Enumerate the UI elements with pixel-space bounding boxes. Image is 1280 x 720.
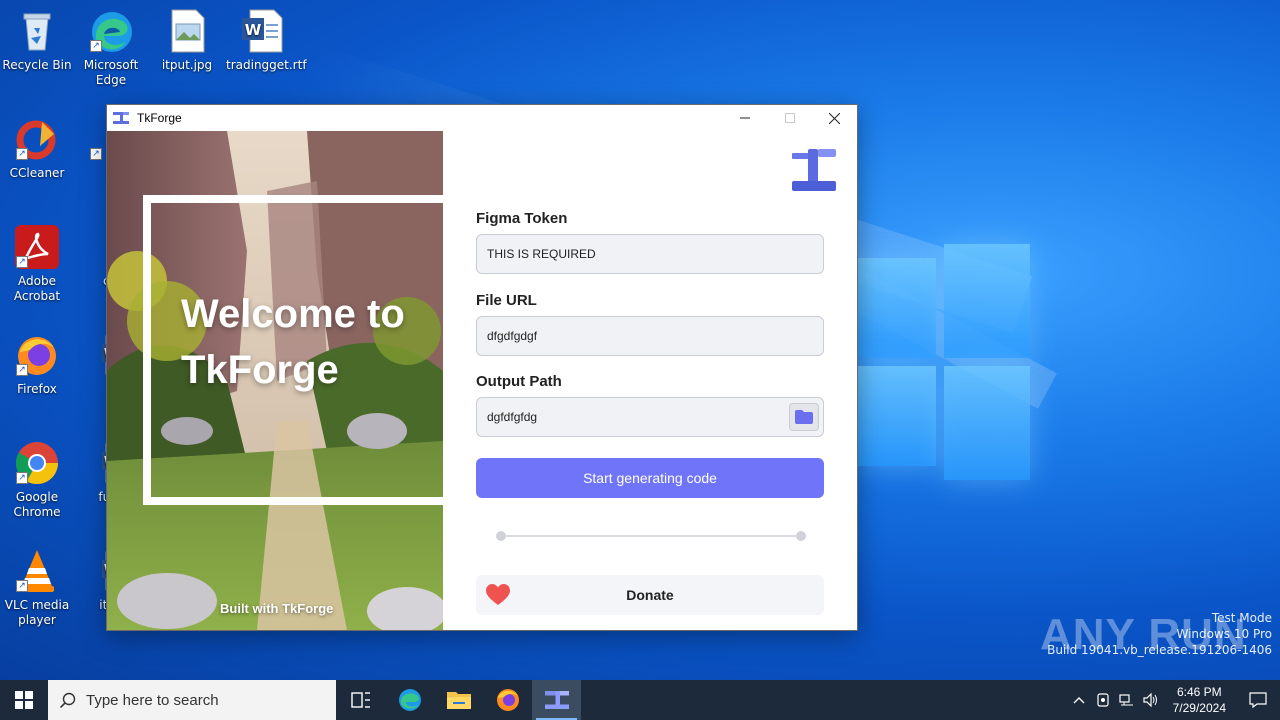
file-url-input[interactable]: dfgdfgdgf [476, 316, 824, 356]
taskbar: Type here to search 6:46 PM 7/29/2024 [0, 680, 1280, 720]
notification-icon [1249, 692, 1267, 708]
folder-icon [795, 410, 813, 424]
close-button[interactable] [812, 105, 857, 131]
progress-end-knob [796, 531, 806, 541]
desktop-icon-firefox[interactable]: ↗ Firefox [2, 332, 72, 397]
tray-app-icon[interactable] [1091, 680, 1115, 720]
start-generating-button[interactable]: Start generating code [476, 458, 824, 498]
windows-start-icon [15, 691, 33, 709]
system-tray: 6:46 PM 7/29/2024 [1067, 680, 1280, 720]
taskbar-edge[interactable] [385, 680, 434, 720]
maximize-icon [784, 113, 795, 123]
figma-token-input[interactable]: THIS IS REQUIRED [476, 234, 824, 274]
taskbar-search-box[interactable]: Type here to search [48, 680, 336, 720]
taskbar-clock[interactable]: 6:46 PM 7/29/2024 [1163, 684, 1236, 716]
taskbar-file-explorer[interactable] [434, 680, 483, 720]
chrome-icon: ↗ [14, 440, 60, 486]
desktop-icon-microsoft-edge[interactable]: ↗ Microsoft Edge [76, 8, 146, 88]
windows-logo [858, 240, 1030, 480]
taskbar-tkforge[interactable] [532, 680, 581, 720]
speaker-icon [1143, 693, 1157, 707]
desktop-icon-recycle-bin[interactable]: Recycle Bin [2, 8, 72, 73]
generator-form: Figma Token THIS IS REQUIRED File URL df… [476, 131, 836, 630]
hero-image: Welcome to TkForge Built with TkForge [107, 131, 443, 630]
search-icon [60, 692, 76, 708]
image-file-icon [164, 8, 210, 54]
network-button[interactable] [1115, 680, 1139, 720]
search-placeholder: Type here to search [86, 691, 219, 709]
start-button[interactable] [0, 680, 48, 720]
heart-icon [486, 584, 510, 605]
figma-token-label: Figma Token [476, 210, 568, 227]
title-bar[interactable]: TkForge [107, 105, 857, 131]
tkforge-app-icon [113, 112, 129, 124]
donate-button[interactable]: Donate [476, 575, 824, 615]
maximize-button[interactable] [767, 105, 812, 131]
desktop-icon-vlc[interactable]: ↗ VLC media player [2, 548, 72, 628]
task-view-button[interactable] [336, 680, 385, 720]
desktop-icon-adobe-acrobat[interactable]: ↗ Adobe Acrobat [2, 224, 72, 304]
task-view-icon [350, 692, 370, 708]
word-document-icon: W [238, 8, 284, 54]
tkforge-app-icon [544, 691, 569, 709]
progress-bar [496, 531, 806, 541]
window-client: Welcome to TkForge Built with TkForge Fi… [107, 131, 857, 630]
browse-folder-button[interactable] [789, 403, 819, 431]
minimize-button[interactable] [722, 105, 767, 131]
ccleaner-icon: ↗ [14, 116, 60, 162]
acrobat-icon: ↗ [14, 224, 60, 270]
svg-text:W: W [245, 21, 262, 39]
folder-icon [446, 692, 471, 709]
edge-icon [398, 689, 421, 711]
recycle-bin-icon [14, 8, 60, 54]
output-path-input[interactable]: dgfdfgfdg [487, 410, 537, 424]
desktop-icon-tradingget-rtf[interactable]: W tradingget.rtf [226, 8, 307, 73]
firefox-icon: ↗ [14, 332, 60, 378]
tray-device-icon [1097, 693, 1109, 707]
taskbar-firefox[interactable] [483, 680, 532, 720]
show-hidden-icons-button[interactable] [1067, 680, 1091, 720]
vlc-icon: ↗ [14, 548, 60, 594]
built-with-label: Built with TkForge [220, 601, 334, 616]
tkforge-logo-icon [792, 149, 836, 191]
file-url-label: File URL [476, 292, 537, 309]
chevron-up-icon [1073, 697, 1085, 704]
action-center-button[interactable] [1236, 680, 1280, 720]
desktop-icon-google-chrome[interactable]: ↗ Google Chrome [2, 440, 72, 520]
os-watermark: Test Mode Windows 10 Pro Build 19041.vb_… [1047, 611, 1272, 657]
minimize-icon [739, 117, 750, 119]
volume-button[interactable] [1139, 680, 1163, 720]
network-icon [1119, 694, 1133, 706]
window-title: TkForge [137, 111, 182, 125]
desktop-icon-itput-jpg[interactable]: itput.jpg [152, 8, 222, 73]
welcome-heading: Welcome to TkForge [181, 292, 405, 392]
close-icon [829, 112, 840, 124]
desktop-icon-ccleaner[interactable]: ↗ CCleaner [2, 116, 72, 181]
firefox-icon [496, 689, 519, 711]
progress-start-knob [496, 531, 506, 541]
edge-icon: ↗ [88, 8, 134, 54]
output-path-field: dgfdfgfdg [476, 397, 824, 437]
output-path-label: Output Path [476, 373, 562, 390]
tkforge-window: TkForge Welcome to TkForge Built with Tk… [106, 104, 858, 631]
